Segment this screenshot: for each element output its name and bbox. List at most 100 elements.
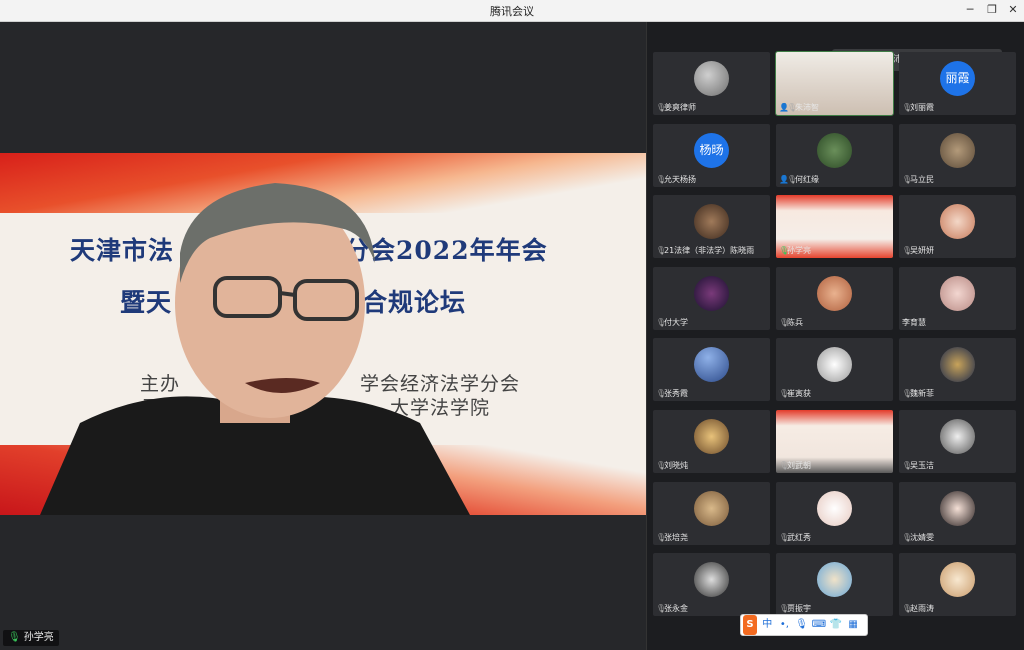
mic-off-icon: 🎙 [902,246,913,255]
avatar [817,491,852,526]
mic-off-icon: 🎙 [779,604,790,613]
participant-tile[interactable]: 丽霞 🎙刘丽霞 [899,52,1016,115]
skin-icon[interactable]: 👕 [829,615,843,635]
participant-tile[interactable]: 🎙贾振宇 [776,553,893,616]
participant-tile[interactable]: 🎙孙学亮 [776,195,893,258]
participant-name: 🎙赵雨涛 [902,604,934,613]
avatar [694,562,729,597]
avatar [694,419,729,454]
participant-name: 🎙魏新菲 [902,389,934,398]
participant-tile[interactable]: 🎙吴玉洁 [899,410,1016,473]
host-icon: 👤 [779,103,789,112]
participant-tile[interactable]: 🎙张永金 [653,553,770,616]
participant-name: 🎙张培尧 [656,533,688,542]
avatar [940,347,975,382]
mic-off-icon: 🎙 [656,246,667,255]
window-title: 腾讯会议 [490,5,534,18]
avatar [694,491,729,526]
participant-tile[interactable]: 🎙姜爽律师 [653,52,770,115]
avatar: 杨旸 [694,133,729,168]
voice-input-icon[interactable]: 🎙 [795,615,809,635]
participant-tile[interactable]: 🎙沈婧雯 [899,482,1016,545]
participant-tile[interactable]: 🎙武红秀 [776,482,893,545]
participant-name: 👤🎙何红缘 [779,175,819,184]
mic-on-icon: 🎙 [8,632,21,643]
speaker-name-tag: 🎙 孙学亮 [3,630,59,646]
mic-on-icon: 🎙 [779,246,790,255]
avatar [940,204,975,239]
maximize-button[interactable]: ❐ [983,2,1001,18]
avatar [817,347,852,382]
participant-name: 🎙吴妍妍 [902,246,934,255]
mic-off-icon: 🎙 [656,461,667,470]
participant-name: 🎙付大学 [656,318,688,327]
sogou-logo-icon[interactable]: S [743,615,757,635]
participant-name: 🎙张永金 [656,604,688,613]
participant-tile[interactable]: 👤🎙朱沛智 [775,51,894,116]
avatar [940,491,975,526]
mic-off-icon: 🎙 [779,461,790,470]
participant-name: 🎙沈婧雯 [902,533,934,542]
mic-off-icon: 🎙 [787,175,798,184]
participant-tile[interactable]: 🎙魏新菲 [899,338,1016,401]
avatar [817,562,852,597]
avatar [940,276,975,311]
punctuation-icon[interactable]: •, [777,615,791,635]
close-button[interactable]: ✕ [1004,2,1022,18]
avatar [694,61,729,96]
avatar: 丽霞 [940,61,975,96]
participant-name: 🎙贾振宇 [779,604,811,613]
mic-off-icon: 🎙 [779,533,790,542]
mic-off-icon: 🎙 [779,318,790,327]
participant-name: 👤🎙朱沛智 [779,103,819,112]
participant-name: 🎙刘晓炖 [656,461,688,470]
mic-off-icon: 🎙 [902,103,913,112]
participant-tile[interactable]: 🎙马立民 [899,124,1016,187]
participant-name: 🎙武红秀 [779,533,811,542]
participant-name: 🎙张秀霞 [656,389,688,398]
mic-icon: 🎙 [787,103,798,112]
avatar [817,276,852,311]
mic-off-icon: 🎙 [656,533,667,542]
avatar [940,133,975,168]
mic-off-icon: 🎙 [902,389,913,398]
mic-off-icon: 🎙 [902,461,913,470]
minimize-button[interactable]: ─ [961,2,979,18]
toolbox-icon[interactable]: ▦ [846,615,860,635]
speaker-figure [40,183,470,515]
speaker-video[interactable]: 天津市法分会2022年年会 暨天合规论坛 主办学会经济法学分会 承大学法学院 [0,153,646,515]
avatar [694,347,729,382]
participant-name: 🎙孙学亮 [779,246,811,255]
participant-name: 🎙允天杨扬 [656,175,696,184]
avatar [694,276,729,311]
avatar [940,419,975,454]
participant-tile[interactable]: 🎙崔寅获 [776,338,893,401]
mic-off-icon: 🎙 [656,389,667,398]
participant-name: 🎙21法律（非法学）陈晓雨 [656,246,755,255]
lang-toggle[interactable]: 中 [760,615,774,635]
mic-off-icon: 🎙 [656,103,667,112]
participant-tile[interactable]: 👤🎙何红缘 [776,124,893,187]
mic-off-icon: 🎙 [902,604,913,613]
participant-tile[interactable]: 🎙21法律（非法学）陈晓雨 [653,195,770,258]
mic-off-icon: 🎙 [656,318,667,327]
avatar [940,562,975,597]
participant-tile[interactable]: 🎙刘晓炖 [653,410,770,473]
participant-name: 李育慧 [902,318,926,327]
ime-toolbar[interactable]: S 中 •, 🎙 ⌨ 👕 ▦ [740,614,868,636]
participant-tile[interactable]: 杨旸 🎙允天杨扬 [653,124,770,187]
participant-name: 🎙姜爽律师 [656,103,696,112]
participant-tile[interactable]: 🎙吴妍妍 [899,195,1016,258]
mic-off-icon: 🎙 [902,533,913,542]
participant-tile[interactable]: 🎙刘武朝 [776,410,893,473]
participant-tile[interactable]: 🎙付大学 [653,267,770,330]
participant-tile[interactable]: 🎙张秀霞 [653,338,770,401]
title-bar: 腾讯会议 ─ ❐ ✕ [0,0,1024,22]
participant-tile[interactable]: 李育慧 [899,267,1016,330]
keyboard-icon[interactable]: ⌨ [812,615,826,635]
participant-tile[interactable]: 🎙陈兵 [776,267,893,330]
mic-off-icon: 🎙 [779,389,790,398]
avatar [694,204,729,239]
participant-tile[interactable]: 🎙张培尧 [653,482,770,545]
participant-tile[interactable]: 🎙赵雨涛 [899,553,1016,616]
